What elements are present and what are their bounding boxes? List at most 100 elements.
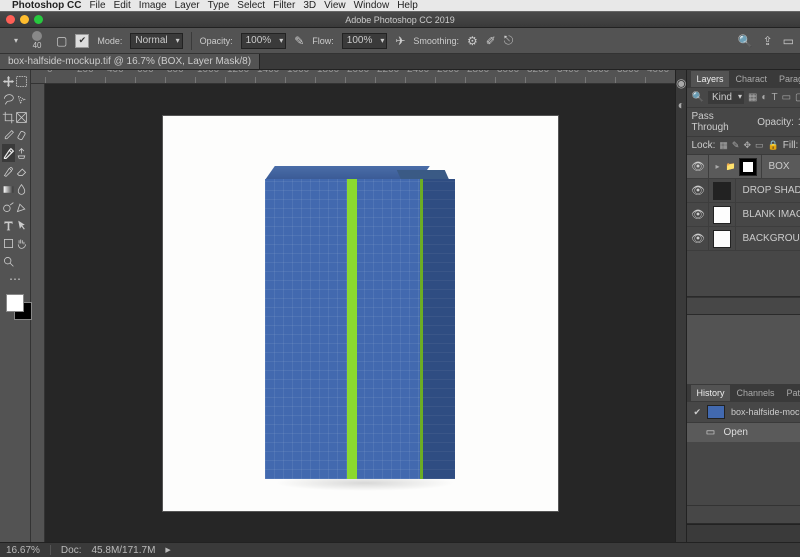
vertical-ruler[interactable] [31,84,45,542]
doc-info-value[interactable]: 45.8M/171.7M [91,545,155,556]
gradient-tool[interactable] [2,180,15,198]
edit-toolbar[interactable]: ⋯ [2,270,28,288]
menu-image[interactable]: Image [139,0,167,11]
menu-type[interactable]: Type [208,0,230,11]
brush-panel-toggle[interactable]: ▢ [56,34,67,48]
blur-tool[interactable] [15,180,28,198]
filter-smart-icon[interactable]: ▢ [795,92,800,103]
quick-select-tool[interactable] [15,90,28,108]
layer-visibility-toggle[interactable]: 👁 [687,179,709,202]
path-select-tool[interactable] [15,216,28,234]
layer-name[interactable]: BLANK IMAGE [736,209,800,220]
dodge-tool[interactable] [2,198,15,216]
brush-preview-icon [32,31,42,41]
history-brush-tool[interactable] [2,162,15,180]
history-snapshot[interactable]: ✔ box-halfside-mockup.tif [687,402,800,423]
lock-artboard-icon[interactable]: ▭ [755,140,764,151]
clone-stamp-tool[interactable] [15,144,28,162]
tab-paths[interactable]: Paths [782,385,800,401]
color-panel-icon[interactable]: ◉ [676,76,686,90]
filter-shape-icon[interactable]: ▭ [782,92,791,103]
history-brush-source-icon[interactable]: ✔ [693,407,701,418]
layer-thumb[interactable] [713,182,731,200]
viewport[interactable] [45,84,675,542]
menu-filter[interactable]: Filter [273,0,295,11]
tool-preset-picker[interactable]: ▾ [14,36,18,45]
share-icon[interactable]: ⇪ [763,34,773,48]
menu-file[interactable]: File [89,0,105,11]
foreground-color-well[interactable] [6,294,24,312]
filter-pixel-icon[interactable]: ▦ [748,92,757,103]
layer-row[interactable]: 👁▸📁BOX [687,155,800,179]
group-disclosure-icon[interactable]: ▸ [713,162,721,171]
menu-help[interactable]: Help [397,0,418,11]
horizontal-ruler[interactable] [31,70,675,84]
smoothing-gear-icon[interactable]: ⚙ [467,34,478,48]
lock-pixels-icon[interactable]: ✎ [732,140,740,151]
tab-layers[interactable]: Layers [691,71,728,87]
airbrush-toggle[interactable]: ✔ [75,34,89,48]
blend-mode-dropdown[interactable]: Pass Through [691,111,753,133]
zoom-tool[interactable] [2,252,15,270]
snapshot-name: box-halfside-mockup.tif [731,407,800,417]
blend-mode-dropdown[interactable]: Normal [130,33,182,49]
filter-kind-dropdown[interactable]: Kind [708,91,744,104]
menu-edit[interactable]: Edit [114,0,131,11]
lock-all-icon[interactable]: 🔒 [768,140,779,151]
menu-3d[interactable]: 3D [303,0,316,11]
layer-thumb[interactable] [713,206,731,224]
hand-tool[interactable] [15,234,28,252]
lock-position-icon[interactable]: ✥ [743,140,751,151]
layer-row[interactable]: 👁 DROP SHADOW [687,179,800,203]
workspace-switcher-icon[interactable]: ▭ [783,34,794,48]
tab-history[interactable]: History [691,385,729,401]
filter-type-icon[interactable]: T [771,92,777,103]
tab-channels[interactable]: Channels [732,385,780,401]
menu-view[interactable]: View [324,0,346,11]
frame-tool[interactable] [15,108,28,126]
eyedropper-tool[interactable] [2,126,15,144]
opacity-dropdown[interactable]: 100% [241,33,287,49]
layer-thumb[interactable] [713,230,731,248]
search-icon[interactable]: 🔍 [738,34,753,48]
tab-paragraph[interactable]: Paragra [774,71,800,87]
flow-dropdown[interactable]: 100% [342,33,388,49]
symmetry-icon[interactable]: ⎋ [504,33,514,48]
document-tab[interactable]: box-halfside-mockup.tif @ 16.7% (BOX, La… [0,54,260,69]
brush-preset-picker[interactable]: 40 [26,30,48,52]
brush-tool[interactable] [2,144,15,162]
menu-window[interactable]: Window [354,0,390,11]
pen-tool[interactable] [15,198,28,216]
crop-tool[interactable] [2,108,15,126]
marquee-tool[interactable] [15,72,28,90]
type-tool[interactable] [2,216,15,234]
layer-row[interactable]: 👁 BLANK IMAGE [687,203,800,227]
layer-name[interactable]: BOX [762,161,789,172]
app-name[interactable]: Photoshop CC [12,0,81,11]
layer-name[interactable]: BACKGROUND [736,233,800,244]
filter-adjust-icon[interactable]: ◐ [761,92,767,103]
tab-character[interactable]: Charact [731,71,773,87]
lasso-tool[interactable] [2,90,15,108]
layer-name[interactable]: DROP SHADOW [736,185,800,196]
menu-layer[interactable]: Layer [175,0,200,11]
layer-visibility-toggle[interactable]: 👁 [687,155,709,178]
lock-transparency-icon[interactable]: ▦ [719,140,728,151]
doc-info-flyout-icon[interactable]: ▶ [165,546,170,554]
move-tool[interactable] [2,72,15,90]
pressure-opacity-icon[interactable]: ✎ [294,34,304,48]
layer-mask-thumb[interactable] [739,158,757,176]
filter-icon[interactable]: 🔍 [691,92,703,103]
healing-tool[interactable] [15,126,28,144]
shape-tool[interactable] [2,234,15,252]
layer-row[interactable]: 👁 BACKGROUND [687,227,800,251]
eraser-tool[interactable] [15,162,28,180]
layer-visibility-toggle[interactable]: 👁 [687,227,709,250]
adjustments-panel-icon[interactable]: ◐ [678,98,685,112]
history-state[interactable]: ▭ Open [687,423,800,442]
airbrush-icon[interactable]: ✈ [395,34,405,48]
zoom-level[interactable]: 16.67% [6,545,40,556]
pressure-size-icon[interactable]: ✐ [486,34,496,48]
layer-visibility-toggle[interactable]: 👁 [687,203,709,226]
menu-select[interactable]: Select [237,0,265,11]
